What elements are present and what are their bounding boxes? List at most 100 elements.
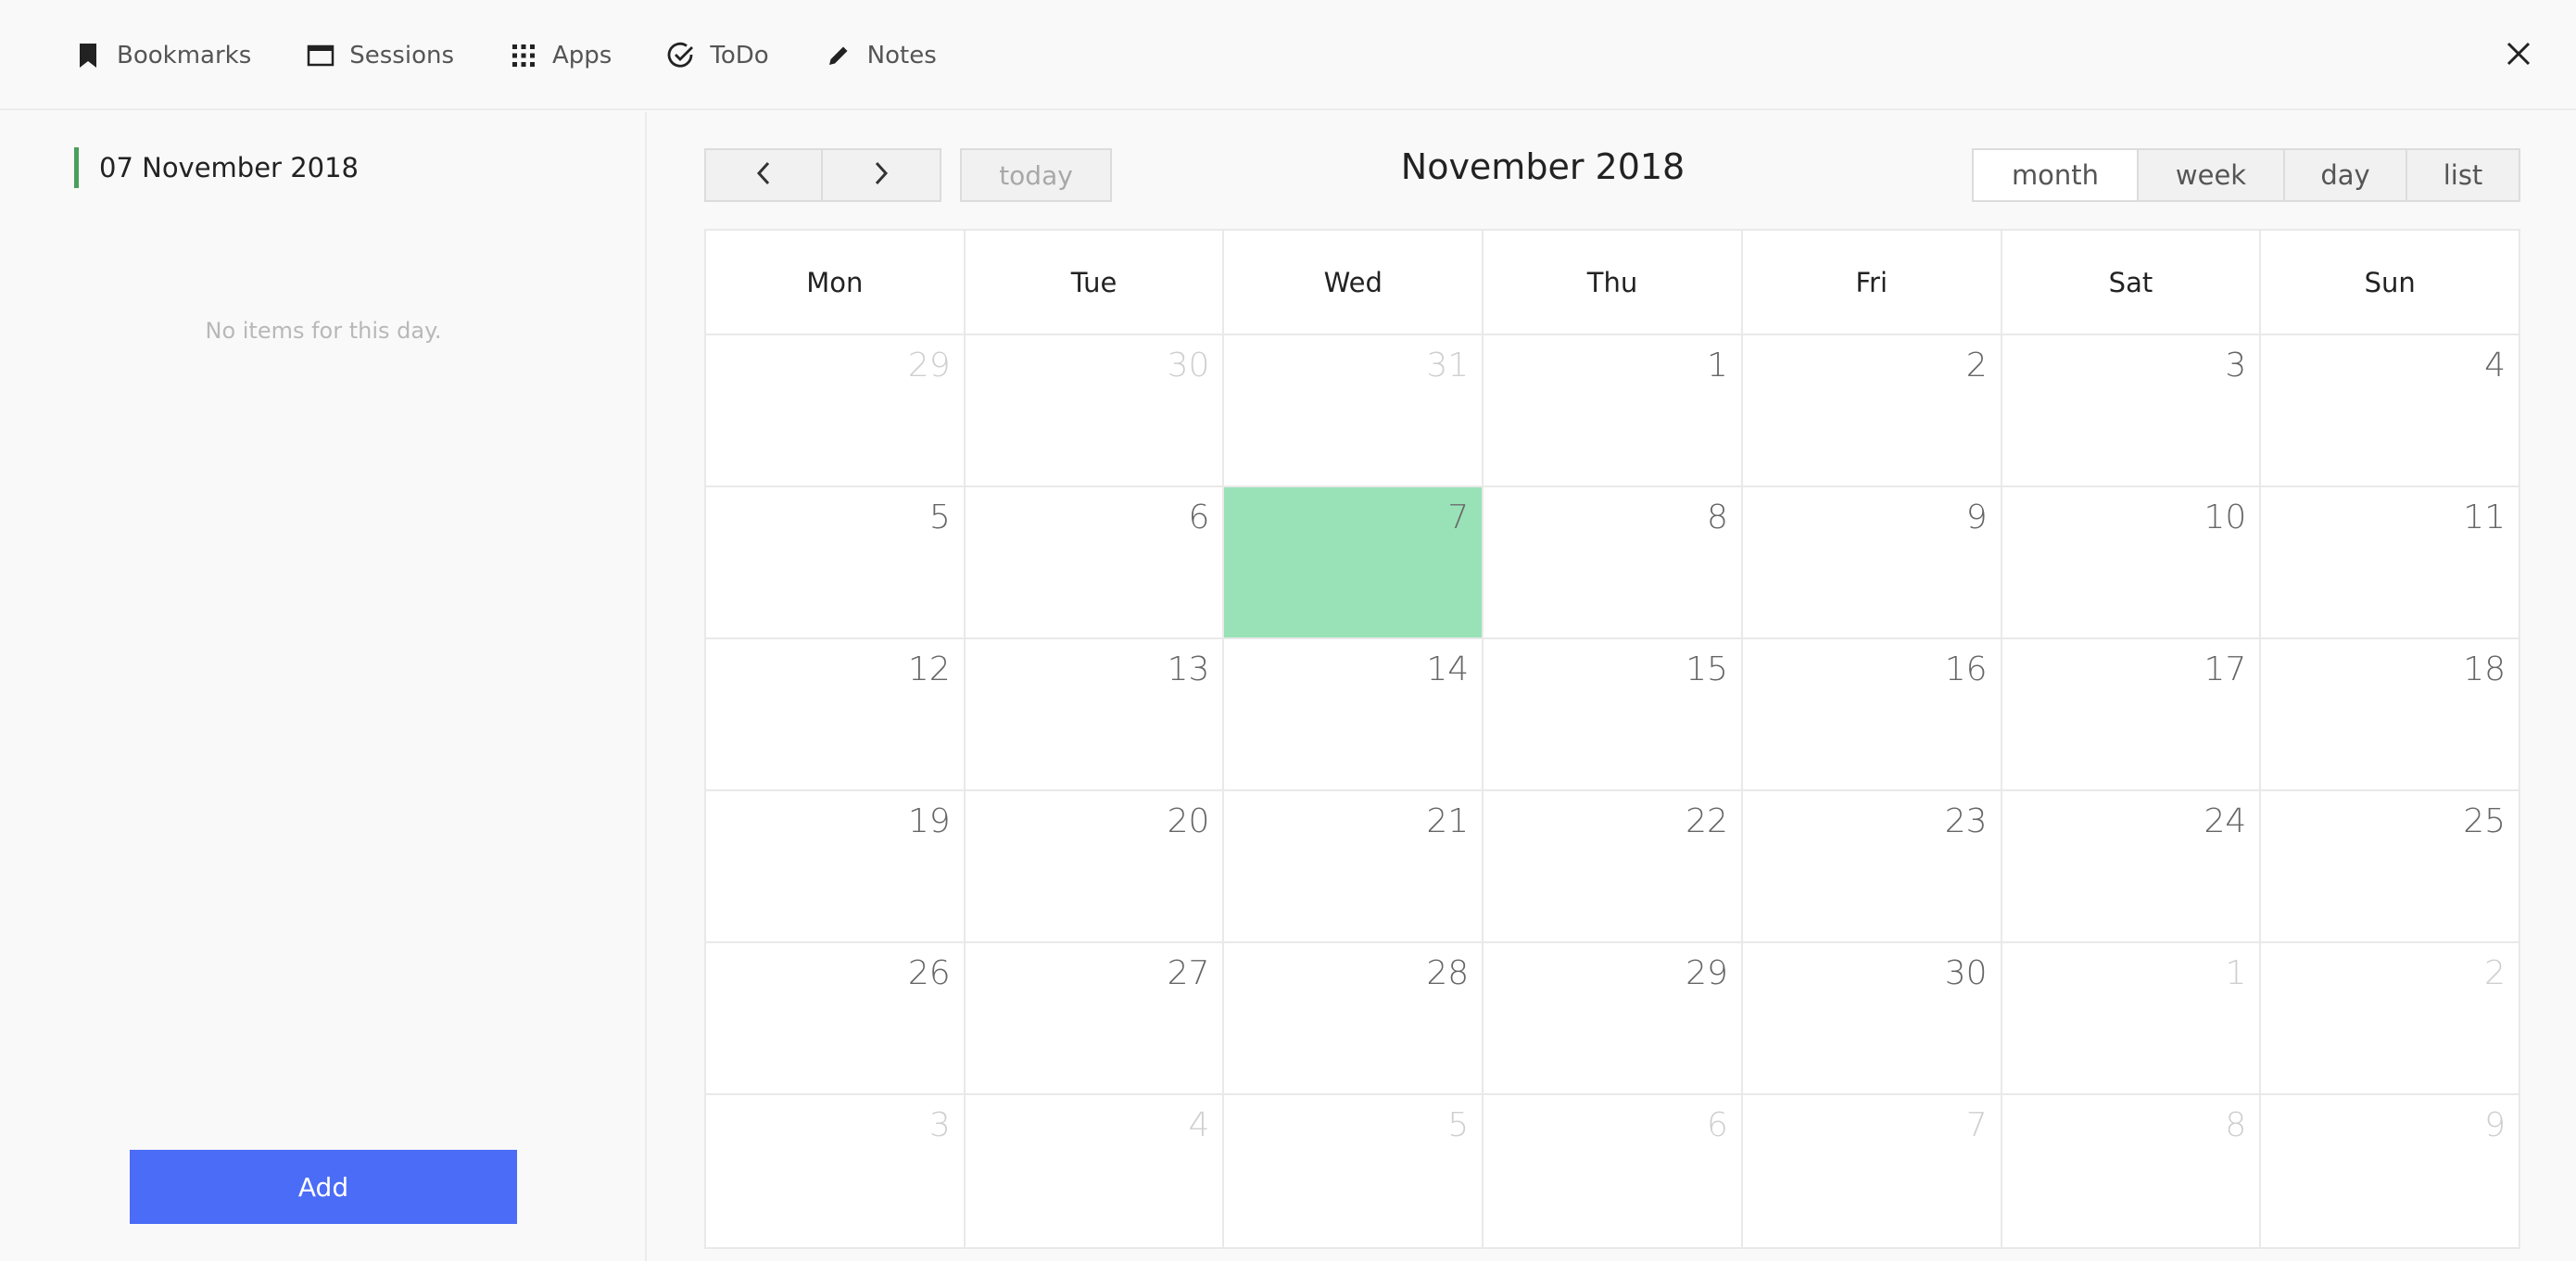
prev-month-button[interactable] bbox=[704, 148, 823, 202]
day-cell[interactable]: 23 bbox=[1743, 791, 2002, 941]
day-number: 7 bbox=[1965, 1106, 1988, 1144]
nav-item-label: Sessions bbox=[349, 41, 455, 69]
nav-item-sessions[interactable]: Sessions bbox=[307, 42, 454, 69]
day-number: 19 bbox=[907, 802, 951, 840]
day-panel: 07 November 2018 No items for this day. … bbox=[0, 112, 647, 1261]
weekday-label: Mon bbox=[706, 231, 966, 334]
day-cell[interactable]: 14 bbox=[1224, 639, 1484, 789]
weekday-label: Wed bbox=[1224, 231, 1484, 334]
day-cell[interactable]: 6 bbox=[966, 487, 1225, 637]
week-row: 3 4 5 6 7 8 9 bbox=[706, 1095, 2519, 1247]
today-button[interactable]: today bbox=[960, 148, 1112, 202]
week-row: 12 13 14 15 16 17 18 bbox=[706, 639, 2519, 791]
day-cell[interactable]: 2 bbox=[2261, 943, 2519, 1093]
day-cell[interactable]: 1 bbox=[1484, 335, 1743, 485]
day-cell[interactable]: 1 bbox=[2002, 943, 2262, 1093]
day-cell[interactable]: 3 bbox=[706, 1095, 966, 1247]
day-cell[interactable]: 8 bbox=[2002, 1095, 2262, 1247]
day-cell[interactable]: 19 bbox=[706, 791, 966, 941]
day-number: 13 bbox=[1167, 650, 1210, 688]
weekday-label: Tue bbox=[966, 231, 1225, 334]
day-number: 29 bbox=[907, 347, 951, 385]
day-cell[interactable]: 2 bbox=[1743, 335, 2002, 485]
nav-item-bookmarks[interactable]: Bookmarks bbox=[74, 42, 251, 69]
top-nav-bar: Bookmarks Sessions Apps ToDo Notes bbox=[0, 0, 2576, 110]
day-number: 27 bbox=[1167, 954, 1210, 992]
day-cell[interactable]: 3 bbox=[2002, 335, 2262, 485]
day-cell[interactable]: 17 bbox=[2002, 639, 2262, 789]
grid-icon bbox=[510, 42, 537, 69]
day-cell[interactable]: 15 bbox=[1484, 639, 1743, 789]
day-cell[interactable]: 28 bbox=[1224, 943, 1484, 1093]
weekday-header: Mon Tue Wed Thu Fri Sat Sun bbox=[706, 231, 2519, 335]
view-month-button[interactable]: month bbox=[1972, 148, 2139, 202]
view-week-button[interactable]: week bbox=[2137, 148, 2285, 202]
day-number: 6 bbox=[1188, 498, 1210, 536]
day-cell[interactable]: 29 bbox=[706, 335, 966, 485]
view-day-button[interactable]: day bbox=[2283, 148, 2407, 202]
day-number: 17 bbox=[2203, 650, 2247, 688]
day-number: 23 bbox=[1944, 802, 1988, 840]
day-cell[interactable]: 9 bbox=[2261, 1095, 2519, 1247]
day-number: 9 bbox=[2484, 1106, 2507, 1144]
day-number: 9 bbox=[1965, 498, 1988, 536]
day-cell[interactable]: 11 bbox=[2261, 487, 2519, 637]
day-cell[interactable]: 25 bbox=[2261, 791, 2519, 941]
day-number: 12 bbox=[907, 650, 951, 688]
day-cell[interactable]: 13 bbox=[966, 639, 1225, 789]
day-cell[interactable]: 16 bbox=[1743, 639, 2002, 789]
day-number: 15 bbox=[1686, 650, 1728, 688]
day-number: 2 bbox=[1965, 347, 1988, 385]
day-cell[interactable]: 30 bbox=[966, 335, 1225, 485]
nav-item-todo[interactable]: ToDo bbox=[667, 42, 769, 69]
day-cell-today[interactable]: 7 bbox=[1224, 487, 1484, 637]
day-cell[interactable]: 27 bbox=[966, 943, 1225, 1093]
day-number: 1 bbox=[1706, 347, 1728, 385]
day-cell[interactable]: 24 bbox=[2002, 791, 2262, 941]
day-number: 8 bbox=[2225, 1106, 2247, 1144]
day-number: 7 bbox=[1447, 498, 1470, 536]
day-cell[interactable]: 4 bbox=[2261, 335, 2519, 485]
day-cell[interactable]: 21 bbox=[1224, 791, 1484, 941]
day-number: 30 bbox=[1944, 954, 1988, 992]
nav-item-apps[interactable]: Apps bbox=[510, 42, 612, 69]
next-month-button[interactable] bbox=[821, 148, 941, 202]
day-cell[interactable]: 4 bbox=[966, 1095, 1225, 1247]
view-list-button[interactable]: list bbox=[2406, 148, 2520, 202]
add-button[interactable]: Add bbox=[130, 1150, 517, 1224]
weekday-label: Fri bbox=[1743, 231, 2002, 334]
day-cell[interactable]: 20 bbox=[966, 791, 1225, 941]
day-cell[interactable]: 30 bbox=[1743, 943, 2002, 1093]
day-cell[interactable]: 5 bbox=[706, 487, 966, 637]
day-number: 21 bbox=[1426, 802, 1470, 840]
day-number: 2 bbox=[2484, 954, 2507, 992]
day-cell[interactable]: 10 bbox=[2002, 487, 2262, 637]
day-cell[interactable]: 7 bbox=[1743, 1095, 2002, 1247]
bookmark-icon bbox=[74, 42, 102, 69]
day-cell[interactable]: 31 bbox=[1224, 335, 1484, 485]
day-number: 24 bbox=[2203, 802, 2247, 840]
weekday-label: Thu bbox=[1484, 231, 1743, 334]
day-number: 3 bbox=[2225, 347, 2247, 385]
close-button[interactable] bbox=[2500, 37, 2537, 74]
day-number: 29 bbox=[1686, 954, 1728, 992]
week-row: 29 30 31 1 2 3 4 bbox=[706, 335, 2519, 487]
day-number: 5 bbox=[928, 498, 951, 536]
day-cell[interactable]: 26 bbox=[706, 943, 966, 1093]
day-cell[interactable]: 29 bbox=[1484, 943, 1743, 1093]
day-cell[interactable]: 22 bbox=[1484, 791, 1743, 941]
day-cell[interactable]: 18 bbox=[2261, 639, 2519, 789]
selected-date-heading: 07 November 2018 bbox=[74, 147, 359, 188]
nav-item-label: Bookmarks bbox=[117, 41, 252, 69]
day-number: 18 bbox=[2463, 650, 2507, 688]
day-cell[interactable]: 9 bbox=[1743, 487, 2002, 637]
day-cell[interactable]: 8 bbox=[1484, 487, 1743, 637]
day-cell[interactable]: 12 bbox=[706, 639, 966, 789]
nav-item-label: Notes bbox=[866, 41, 937, 69]
check-circle-icon bbox=[667, 42, 695, 69]
nav-item-notes[interactable]: Notes bbox=[825, 42, 937, 69]
day-cell[interactable]: 6 bbox=[1484, 1095, 1743, 1247]
day-cell[interactable]: 5 bbox=[1224, 1095, 1484, 1247]
day-number: 16 bbox=[1944, 650, 1988, 688]
day-number: 28 bbox=[1426, 954, 1470, 992]
